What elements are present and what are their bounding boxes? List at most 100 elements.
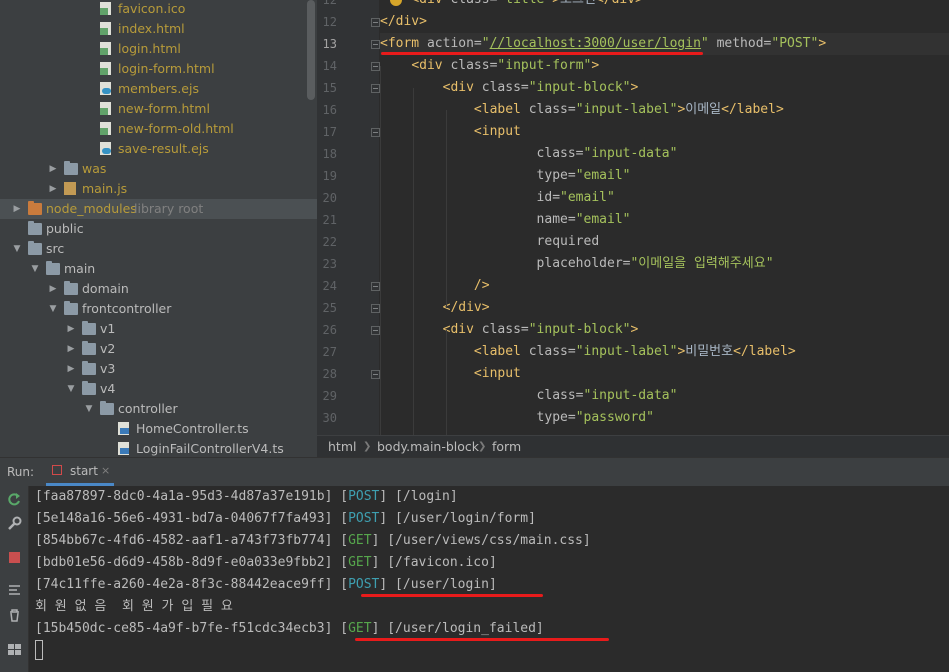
line-number: 27 [322, 345, 337, 359]
code-line[interactable]: type="password" [380, 407, 949, 429]
tree-file[interactable]: ▶ main.js [0, 179, 317, 199]
console-input-cursor[interactable] [35, 640, 43, 660]
folder-icon [64, 161, 78, 175]
code-line[interactable]: <div class="input-block"> [380, 77, 949, 99]
tree-folder[interactable]: ▼ frontcontroller [0, 299, 317, 319]
tree-file[interactable]: LoginFailControllerV4.ts [0, 439, 317, 457]
tree-folder[interactable]: ▼ controller [0, 399, 317, 419]
code-line[interactable]: <div class="input-form"> [380, 55, 949, 77]
indent-guide [446, 330, 447, 435]
chevron-right-icon[interactable]: ▶ [66, 359, 76, 379]
code-token: 로그인 [560, 0, 596, 7]
request-id: [faa87897-8dc0-4a1a-95d3-4d87a37e191b] [35, 489, 333, 504]
tree-folder[interactable]: ▶ v3 [0, 359, 317, 379]
code-line[interactable]: id="email" [380, 187, 949, 209]
soft-wrap-icon[interactable] [7, 582, 22, 597]
code-token: class= [481, 80, 529, 95]
line-number: 18 [322, 147, 337, 161]
code-token: "input-data" [583, 388, 678, 403]
code-line[interactable]: <div class="input-block"> [380, 319, 949, 341]
tree-folder[interactable]: ▶ was [0, 159, 317, 179]
line-number: 17 [322, 125, 337, 139]
tree-item-label: public [46, 221, 84, 236]
tree-folder[interactable]: ▼ v4 [0, 379, 317, 399]
tree-folder[interactable]: ▼ src [0, 239, 317, 259]
tree-file[interactable]: login.html [0, 39, 317, 59]
fold-toggle-icon[interactable] [371, 128, 380, 137]
fold-toggle-icon[interactable] [371, 282, 380, 291]
layout-icon[interactable] [7, 642, 22, 657]
fold-toggle-icon[interactable] [371, 40, 380, 49]
fold-toggle-icon[interactable] [371, 326, 380, 335]
code-line[interactable]: </div> [380, 297, 949, 319]
code-line[interactable]: <input [380, 121, 949, 143]
code-line[interactable]: required [380, 231, 949, 253]
console-output[interactable]: [faa87897-8dc0-4a1a-95d3-4d87a37e191b] [… [29, 486, 949, 672]
code-line[interactable]: </div> [380, 11, 949, 33]
breadcrumb-item-body[interactable]: body.main-block [377, 436, 479, 458]
tree-folder[interactable]: ▶ domain [0, 279, 317, 299]
tree-folder[interactable]: ▶ v1 [0, 319, 317, 339]
tree-file[interactable]: new-form-old.html [0, 119, 317, 139]
code-token: id= [536, 190, 561, 205]
tree-file[interactable]: new-form.html [0, 99, 317, 119]
code-line[interactable]: placeholder="이메일을 입력해주세요" [380, 253, 949, 275]
folder-icon [82, 361, 96, 375]
tree-folder[interactable]: ▶ node_modules library root [0, 199, 317, 219]
chevron-down-icon[interactable]: ▼ [66, 379, 76, 399]
chevron-down-icon[interactable]: ▼ [48, 299, 58, 319]
fold-toggle-icon[interactable] [371, 304, 380, 313]
tab-start[interactable]: start × [46, 458, 114, 486]
wrench-icon[interactable] [7, 516, 22, 531]
http-method: POST [348, 511, 380, 526]
code-line[interactable]: <label class="input-label">이메일</label> [380, 99, 949, 121]
tree-file[interactable]: login-form.html [0, 59, 317, 79]
tree-scrollbar[interactable] [307, 0, 315, 100]
code-token: "input-form" [497, 58, 592, 73]
code-line[interactable]: class="input-data" [380, 143, 949, 165]
code-line[interactable]: <input [380, 363, 949, 385]
close-icon[interactable]: × [101, 464, 110, 477]
code-line[interactable]: <label class="input-label">비밀번호</label> [380, 341, 949, 363]
trash-icon[interactable] [7, 608, 22, 623]
html-file-icon [100, 122, 111, 135]
code-line[interactable]: name="email" [380, 209, 949, 231]
fold-toggle-icon[interactable] [371, 84, 380, 93]
tree-item-label: save-result.ejs [118, 141, 209, 156]
tree-file[interactable]: members.ejs [0, 79, 317, 99]
chevron-right-icon[interactable]: ▶ [66, 339, 76, 359]
breadcrumb-separator-icon: ❯ [478, 441, 487, 452]
chevron-right-icon[interactable]: ▶ [48, 179, 58, 199]
code-line[interactable]: /> [380, 275, 949, 297]
tree-folder[interactable]: public [0, 219, 317, 239]
chevron-right-icon[interactable]: ▶ [48, 159, 58, 179]
tree-folder[interactable]: ▼ main [0, 259, 317, 279]
chevron-down-icon[interactable]: ▼ [84, 399, 94, 419]
rerun-icon[interactable] [7, 492, 22, 507]
chevron-down-icon[interactable]: ▼ [30, 259, 40, 279]
fold-toggle-icon[interactable] [371, 18, 380, 27]
tree-item-label: was [82, 161, 107, 176]
code-line[interactable]: <div class="title">로그인</div> [380, 0, 949, 11]
folder-icon [28, 201, 42, 215]
tree-file[interactable]: HomeController.ts [0, 419, 317, 439]
chevron-right-icon[interactable]: ▶ [66, 319, 76, 339]
fold-toggle-icon[interactable] [371, 370, 380, 379]
code-line[interactable]: type="email" [380, 165, 949, 187]
tree-folder[interactable]: ▶ v2 [0, 339, 317, 359]
tree-file[interactable]: favicon.ico [0, 0, 317, 19]
breadcrumb-item-form[interactable]: form [492, 436, 521, 458]
code-editor[interactable]: 12 12 13 14 15 16 17 18 19 20 21 22 23 24 25 26 27 28 29 30… [317, 0, 949, 435]
chevron-right-icon[interactable]: ▶ [48, 279, 58, 299]
fold-toggle-icon[interactable] [371, 62, 380, 71]
stop-icon[interactable] [7, 550, 22, 565]
breadcrumb-item-html[interactable]: html [328, 436, 356, 458]
code-line[interactable]: class="input-data" [380, 385, 949, 407]
chevron-down-icon[interactable]: ▼ [12, 239, 22, 259]
project-tree-panel: favicon.ico index.html login.html login-for… [0, 0, 317, 457]
tree-file[interactable]: save-result.ejs [0, 139, 317, 159]
tree-file[interactable]: index.html [0, 19, 317, 39]
chevron-right-icon[interactable]: ▶ [12, 199, 22, 219]
